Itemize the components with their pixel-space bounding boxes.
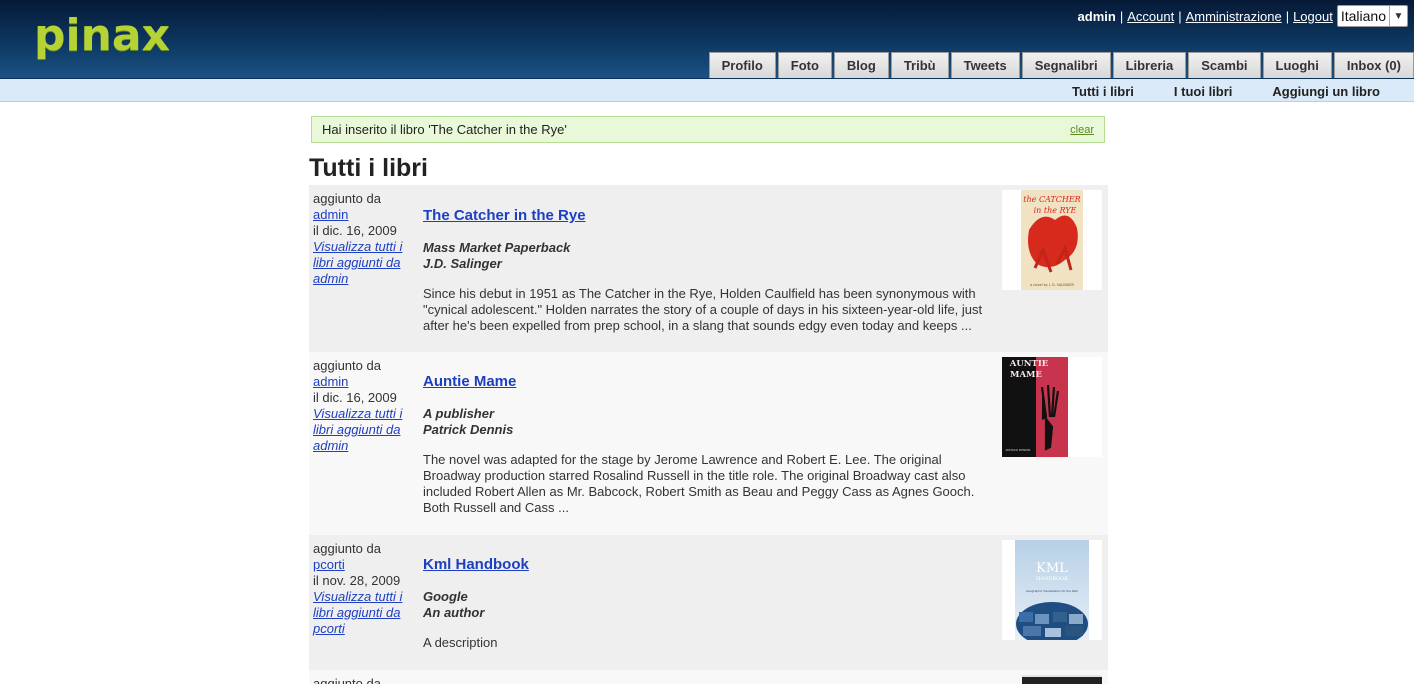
pinax-logo[interactable]: pinax bbox=[34, 10, 170, 62]
page-title: Tutti i libri bbox=[309, 154, 428, 182]
book-author: Patrick Dennis bbox=[423, 422, 514, 437]
subnav-add-book[interactable]: Aggiungi un libro bbox=[1272, 84, 1380, 99]
account-link[interactable]: Account bbox=[1127, 9, 1174, 24]
book-cover[interactable]: AUNTIE MAME PATRICK DENNIS bbox=[1002, 357, 1102, 457]
book-list: aggiunto da admin il dic. 16, 2009 Visua… bbox=[309, 185, 1108, 684]
book-publisher: Google bbox=[423, 589, 468, 604]
clear-message-link[interactable]: clear bbox=[1070, 124, 1094, 136]
book-title-link[interactable]: Kml Handbook bbox=[423, 556, 529, 573]
book-meta: aggiunto da pcorti il nov. 28, 2009 Visu… bbox=[313, 541, 413, 637]
tab-luoghi[interactable]: Luoghi bbox=[1262, 52, 1332, 78]
book-description: A description bbox=[423, 635, 498, 650]
book-row: aggiunto da admin il dic. 16, 2009 Visua… bbox=[309, 185, 1108, 352]
book-publication: Mass Market Paperback J.D. Salinger bbox=[423, 240, 997, 272]
message-text: Hai inserito il libro 'The Catcher in th… bbox=[322, 122, 567, 137]
view-user-books-link[interactable]: Visualizza tutti i libri aggiunti da adm… bbox=[313, 239, 402, 286]
book-row: aggiunto da bbox=[309, 670, 1108, 684]
svg-text:the CATCHER: the CATCHER bbox=[1023, 195, 1080, 204]
book-row: aggiunto da admin il dic. 16, 2009 Visua… bbox=[309, 352, 1108, 535]
added-date: il dic. 16, 2009 bbox=[313, 223, 397, 238]
main-tabs: Profilo Foto Blog Tribù Tweets Segnalibr… bbox=[707, 52, 1414, 78]
username: admin bbox=[1077, 8, 1116, 24]
user-link[interactable]: admin bbox=[313, 207, 348, 222]
book-details: Kml Handbook Google An author A descript… bbox=[423, 556, 997, 651]
book-author: An author bbox=[423, 605, 485, 620]
language-value: Italiano bbox=[1340, 8, 1386, 24]
book-description: The novel was adapted for the stage by J… bbox=[423, 452, 975, 515]
user-link[interactable]: admin bbox=[313, 374, 348, 389]
user-link[interactable]: pcorti bbox=[313, 557, 345, 572]
language-select[interactable]: Italiano ▼ bbox=[1336, 5, 1408, 27]
tab-foto[interactable]: Foto bbox=[777, 52, 832, 78]
book-author: J.D. Salinger bbox=[423, 256, 502, 271]
svg-text:MAME: MAME bbox=[1010, 370, 1042, 380]
view-user-books-link[interactable]: Visualizza tutti i libri aggiunti da pco… bbox=[313, 589, 402, 636]
sub-navigation: Tutti i libri I tuoi libri Aggiungi un l… bbox=[0, 78, 1414, 102]
book-meta: aggiunto da bbox=[313, 676, 413, 684]
subnav-your-books[interactable]: I tuoi libri bbox=[1174, 84, 1233, 99]
tab-scambi[interactable]: Scambi bbox=[1188, 52, 1261, 78]
book-title-link[interactable]: Auntie Mame bbox=[423, 373, 516, 390]
book-publisher: A publisher bbox=[423, 406, 495, 421]
subnav-all-books[interactable]: Tutti i libri bbox=[1072, 84, 1134, 99]
book-meta: aggiunto da admin il dic. 16, 2009 Visua… bbox=[313, 191, 413, 287]
added-date: il dic. 16, 2009 bbox=[313, 390, 397, 405]
svg-text:AUNTIE: AUNTIE bbox=[1009, 359, 1049, 369]
separator: | bbox=[1285, 8, 1290, 24]
added-date: il nov. 28, 2009 bbox=[313, 573, 401, 588]
svg-text:a novel by J. D. SALINGER: a novel by J. D. SALINGER bbox=[1030, 283, 1074, 287]
added-by-label: aggiunto da bbox=[313, 191, 381, 206]
separator: | bbox=[1119, 8, 1124, 24]
svg-text:PATRICK DENNIS: PATRICK DENNIS bbox=[1006, 448, 1031, 452]
svg-text:HANDBOOK: HANDBOOK bbox=[1036, 576, 1068, 582]
svg-text:KML: KML bbox=[1036, 561, 1068, 576]
site-header: pinax admin | Account | Amministrazione … bbox=[0, 0, 1414, 78]
book-publication: Google An author bbox=[423, 589, 997, 621]
auntie-mame-cover-image: AUNTIE MAME PATRICK DENNIS bbox=[1002, 357, 1068, 457]
added-by-label: aggiunto da bbox=[313, 358, 381, 373]
book-publication: A publisher Patrick Dennis bbox=[423, 406, 997, 438]
book-cover[interactable]: KML HANDBOOK Geographic Visualization fo… bbox=[1002, 540, 1102, 640]
chevron-down-icon: ▼ bbox=[1389, 6, 1407, 26]
book-cover[interactable]: the CATCHER in the RYE a novel by J. D. … bbox=[1002, 190, 1102, 290]
book-cover[interactable] bbox=[1002, 675, 1102, 684]
book-publisher: Mass Market Paperback bbox=[423, 240, 571, 255]
tab-blog[interactable]: Blog bbox=[833, 52, 889, 78]
book-row: aggiunto da pcorti il nov. 28, 2009 Visu… bbox=[309, 535, 1108, 670]
tab-profilo[interactable]: Profilo bbox=[708, 52, 776, 78]
tab-tweets[interactable]: Tweets bbox=[950, 52, 1020, 78]
svg-text:in the RYE: in the RYE bbox=[1034, 206, 1077, 215]
kml-handbook-cover-image: KML HANDBOOK Geographic Visualization fo… bbox=[1015, 540, 1089, 640]
book-details: Auntie Mame A publisher Patrick Dennis T… bbox=[423, 373, 997, 516]
separator: | bbox=[1178, 8, 1182, 24]
book-meta: aggiunto da admin il dic. 16, 2009 Visua… bbox=[313, 358, 413, 454]
logout-link[interactable]: Logout bbox=[1293, 9, 1333, 24]
svg-text:Geographic Visualization for t: Geographic Visualization for the Web bbox=[1026, 589, 1078, 593]
book-title-link[interactable]: The Catcher in the Rye bbox=[423, 207, 586, 224]
admin-link[interactable]: Amministrazione bbox=[1186, 9, 1282, 24]
book-description: Since his debut in 1951 as The Catcher i… bbox=[423, 286, 983, 333]
added-by-label: aggiunto da bbox=[313, 676, 381, 684]
view-user-books-link[interactable]: Visualizza tutti i libri aggiunti da adm… bbox=[313, 406, 402, 453]
book-details: The Catcher in the Rye Mass Market Paper… bbox=[423, 207, 997, 334]
success-message: Hai inserito il libro 'The Catcher in th… bbox=[311, 116, 1105, 143]
added-by-label: aggiunto da bbox=[313, 541, 381, 556]
tab-libreria[interactable]: Libreria bbox=[1112, 52, 1187, 78]
tab-inbox[interactable]: Inbox (0) bbox=[1333, 52, 1414, 78]
tab-tribu[interactable]: Tribù bbox=[890, 52, 949, 78]
book-cover-image bbox=[1022, 675, 1102, 684]
tab-segnalibri[interactable]: Segnalibri bbox=[1021, 52, 1111, 78]
user-bar: admin | Account | Amministrazione | Logo… bbox=[1078, 4, 1408, 28]
catcher-cover-image: the CATCHER in the RYE a novel by J. D. … bbox=[1021, 190, 1083, 290]
